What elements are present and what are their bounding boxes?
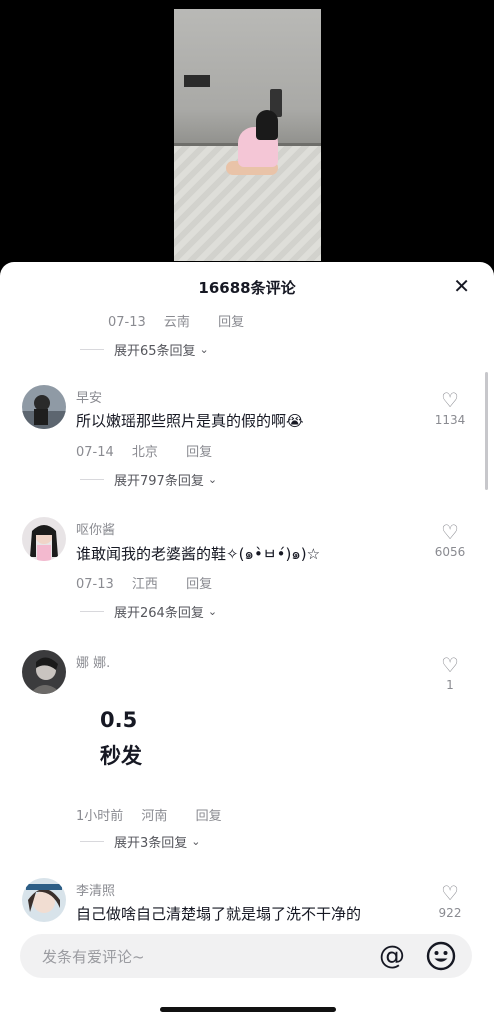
avatar[interactable]: [22, 385, 66, 429]
heart-icon: ♡: [441, 388, 459, 412]
like-count: 1134: [434, 413, 466, 427]
comment-input-bar: @: [20, 934, 472, 980]
close-icon[interactable]: ✕: [453, 274, 470, 298]
wall-sign: [184, 75, 210, 87]
comment-location: 江西: [131, 577, 158, 592]
chevron-down-icon: ⌄: [207, 473, 218, 486]
like-button[interactable]: ♡ 6056: [424, 521, 476, 559]
avatar[interactable]: [22, 517, 66, 561]
avatar[interactable]: [22, 650, 66, 694]
reply-button[interactable]: 回复: [196, 809, 222, 824]
comment-meta: 07-13 云南 回复: [108, 311, 258, 330]
comment-meta: 07-14 北京 回复: [76, 441, 226, 460]
expand-replies-label: 展开3条回复: [114, 836, 188, 851]
expand-replies-button[interactable]: 展开797条回复 ⌄: [80, 470, 217, 489]
expand-replies-label: 展开264条回复: [114, 606, 204, 621]
comment-username[interactable]: 李清照: [76, 880, 115, 899]
comments-sheet: 16688条评论 ✕ 07-13 云南 回复 展开65条回复 ⌄ 早安 所以嫩瑶…: [0, 262, 494, 1024]
comments-header: 16688条评论 ✕: [0, 262, 494, 310]
comment-date: 07-13: [108, 315, 146, 330]
home-indicator: [160, 1007, 336, 1012]
at-icon[interactable]: @: [376, 940, 408, 972]
chevron-down-icon: ⌄: [207, 605, 218, 618]
comment-big-text-line2: 秒发: [100, 744, 142, 768]
divider: [80, 841, 104, 842]
chevron-down-icon: ⌄: [191, 835, 201, 848]
comment-text: 自己做啥自己清楚塌了就是塌了洗不干净的: [76, 905, 362, 923]
comments-title: 16688条评论: [198, 279, 296, 297]
expand-replies-button[interactable]: 展开65条回复 ⌄: [80, 340, 209, 359]
reply-button[interactable]: 回复: [218, 315, 244, 330]
like-count: 1: [446, 678, 454, 692]
scrollbar[interactable]: [485, 372, 488, 490]
like-count: 6056: [434, 545, 466, 559]
comment-big-text-line1: 0.5: [100, 708, 138, 732]
video-thumbnail[interactable]: [174, 9, 321, 261]
avatar[interactable]: [22, 878, 66, 922]
like-button[interactable]: ♡ 922: [424, 882, 476, 920]
divider: [80, 611, 104, 612]
comment-text: 所以嫩瑶那些照片是真的假的啊😭: [76, 412, 304, 430]
divider: [80, 479, 104, 480]
like-button[interactable]: ♡ 1: [424, 654, 476, 692]
heart-icon: ♡: [441, 881, 459, 905]
like-button[interactable]: ♡ 1134: [424, 389, 476, 427]
like-count: 922: [438, 906, 462, 920]
comment-text: 谁敢闻我的老婆酱的鞋✧(๑•̀ㅂ•́)๑)☆: [76, 545, 321, 563]
comment-location: 北京: [131, 445, 158, 460]
expand-replies-button[interactable]: 展开3条回复 ⌄: [80, 832, 201, 851]
expand-replies-label: 展开65条回复: [114, 344, 196, 359]
expand-replies-label: 展开797条回复: [114, 474, 204, 489]
comment-input[interactable]: [40, 934, 364, 980]
video-area[interactable]: [0, 0, 494, 275]
expand-replies-button[interactable]: 展开264条回复 ⌄: [80, 602, 217, 621]
comment-location: 云南: [163, 315, 190, 330]
comment-username[interactable]: 早安: [76, 387, 102, 406]
divider: [80, 349, 104, 350]
comment-date: 07-13: [76, 577, 114, 592]
reply-button[interactable]: 回复: [186, 445, 212, 460]
emoji-icon[interactable]: [425, 940, 457, 972]
reply-button[interactable]: 回复: [186, 577, 212, 592]
comment-meta: 07-13 江西 回复: [76, 573, 226, 592]
comment-date: 07-14: [76, 445, 114, 460]
comment-meta: 1小时前 河南 回复: [76, 805, 236, 824]
person-hair: [256, 110, 278, 140]
heart-icon: ♡: [441, 653, 459, 677]
comment-location: 河南: [141, 809, 168, 824]
comment-username[interactable]: 娜 娜.: [76, 652, 110, 671]
heart-icon: ♡: [441, 520, 459, 544]
chevron-down-icon: ⌄: [199, 343, 209, 356]
comment-username[interactable]: 呕你酱: [76, 519, 115, 538]
comment-date: 1小时前: [76, 809, 124, 824]
